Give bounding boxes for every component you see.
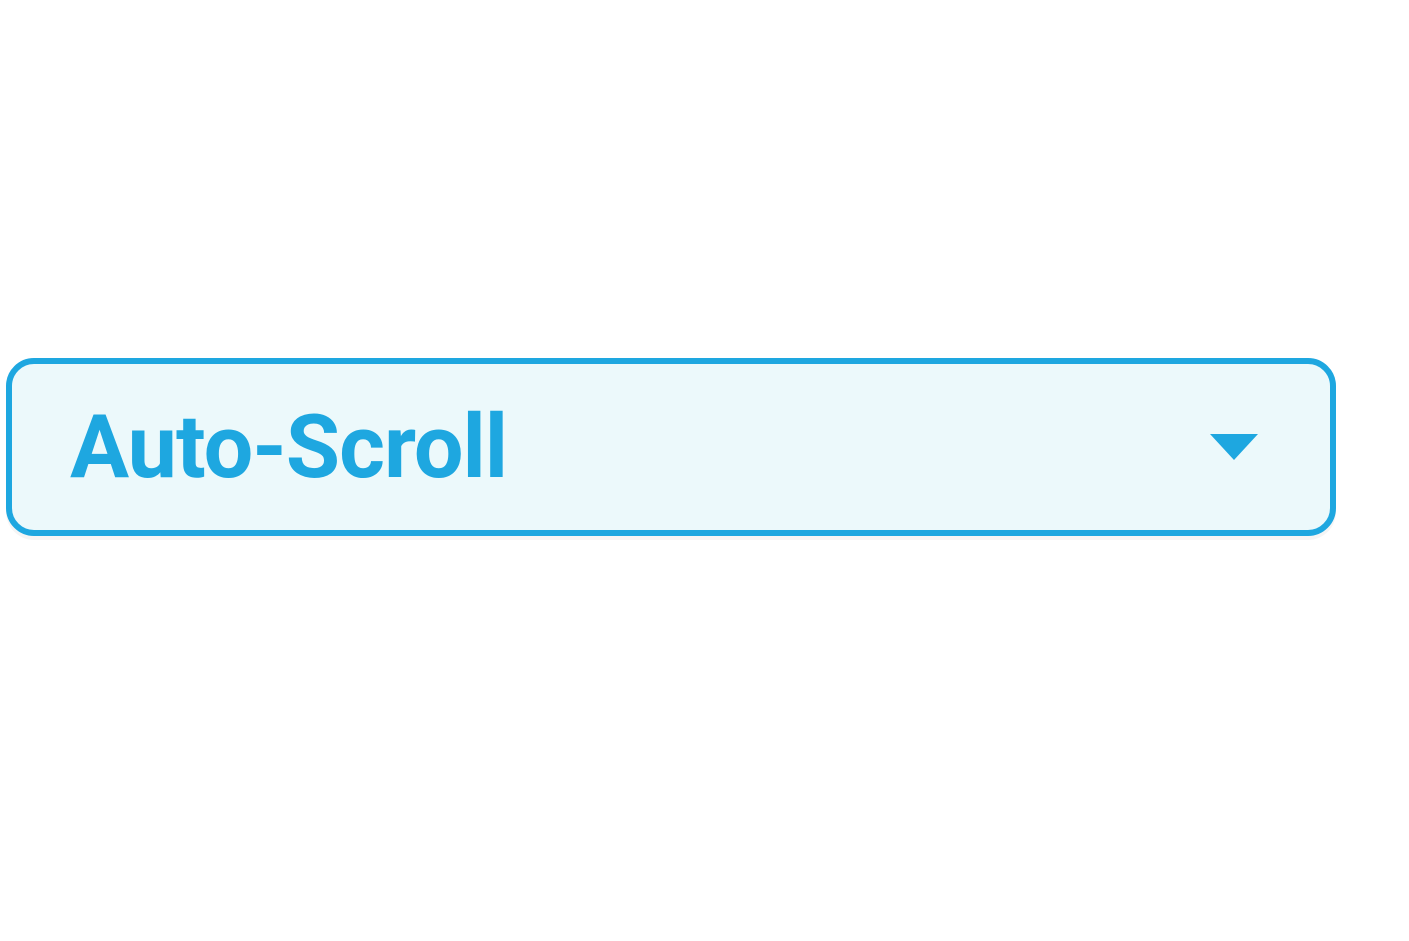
chevron-down-icon	[1210, 434, 1258, 460]
dropdown-label: Auto-Scroll	[70, 396, 507, 499]
auto-scroll-dropdown[interactable]: Auto-Scroll	[6, 358, 1336, 536]
